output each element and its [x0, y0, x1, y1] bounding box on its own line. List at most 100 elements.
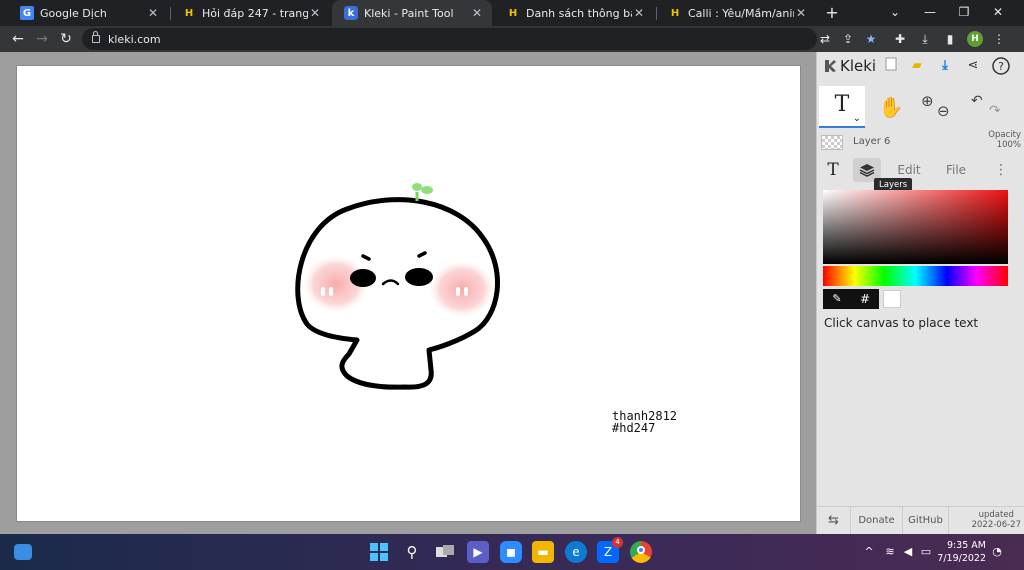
- url-text: kleki.com: [108, 32, 161, 46]
- download-icon[interactable]: ⤓: [915, 29, 935, 49]
- chevron-down-icon[interactable]: ⌄: [853, 114, 861, 124]
- tool-panel: Kleki ▰ ⤓ ⋖ ? T ⌄ ✋ ⊕ ⊖ ↶ ↷ Layer 6 Opaci…: [816, 52, 1024, 535]
- kleki-icon: k: [344, 6, 358, 20]
- panel-footer: ⇆ Donate GitHub updated 2022-06-27: [817, 506, 1024, 535]
- notification-icon[interactable]: ◔: [990, 544, 1004, 560]
- back-arrow-icon[interactable]: ←: [8, 29, 28, 49]
- svg-text:?: ?: [998, 60, 1004, 73]
- tab-danh-sach[interactable]: H Danh sách thông báo ✕: [494, 0, 654, 26]
- teams-chat-icon[interactable]: ▶: [467, 541, 489, 563]
- close-icon[interactable]: ✕: [794, 6, 808, 20]
- current-layer-row[interactable]: Layer 6 Opacity 100%: [817, 130, 1024, 156]
- open-folder-icon[interactable]: ▰: [907, 57, 927, 75]
- file-explorer-icon[interactable]: ▬: [532, 541, 554, 563]
- tool-row: T ⌄ ✋ ⊕ ⊖ ↶ ↷: [817, 86, 1024, 128]
- translate-icon[interactable]: ⇄: [815, 29, 835, 49]
- new-image-icon[interactable]: [881, 57, 901, 75]
- share-icon[interactable]: ⋖: [963, 57, 983, 75]
- browser-tab-strip: G Google Dịch ✕ H Hỏi đáp 247 - trang tr…: [0, 0, 1024, 26]
- signature-line-2: #hd247: [612, 421, 656, 435]
- lock-icon: [92, 31, 100, 43]
- tab-hoidap247[interactable]: H Hỏi đáp 247 - trang tra loi ✕: [170, 0, 330, 26]
- tab-title: Kleki - Paint Tool: [364, 6, 454, 20]
- address-bar[interactable]: kleki.com: [82, 28, 817, 50]
- kleki-app: thanh2812 #hd247 Kleki ▰ ⤓ ⋖ ? T ⌄ ✋ ⊕ ⊖ …: [0, 52, 1024, 535]
- close-icon[interactable]: ✕: [632, 6, 646, 20]
- layers-icon: [859, 164, 875, 177]
- tab-kleki[interactable]: k Kleki - Paint Tool ✕: [332, 0, 492, 26]
- drawing-canvas[interactable]: thanh2812 #hd247: [16, 65, 801, 522]
- close-icon[interactable]: ✕: [308, 6, 322, 20]
- window-close-icon[interactable]: ✕: [981, 0, 1015, 26]
- share-icon[interactable]: ⇪: [838, 29, 858, 49]
- edge-icon[interactable]: e: [565, 541, 587, 563]
- tab-title: Google Dịch: [40, 6, 107, 20]
- tab-calli[interactable]: H Calli : Yêu/Mầm/anime/semi ✕: [656, 0, 816, 26]
- widgets-icon[interactable]: [14, 544, 32, 560]
- hoidap247-icon: H: [508, 7, 518, 19]
- hoidap247-icon: H: [184, 7, 194, 19]
- hue-slider[interactable]: [823, 266, 1008, 286]
- hand-tool-icon[interactable]: ✋: [873, 90, 909, 124]
- opacity-label: Opacity: [988, 130, 1021, 140]
- forward-arrow-icon[interactable]: →: [32, 29, 52, 49]
- hoidap247-icon: H: [670, 7, 680, 19]
- donate-link[interactable]: Donate: [851, 507, 903, 535]
- reload-icon[interactable]: ↻: [56, 29, 76, 49]
- chrome-icon[interactable]: [630, 541, 652, 563]
- close-icon[interactable]: ✕: [470, 6, 484, 20]
- battery-icon[interactable]: ▭: [918, 544, 934, 560]
- tab-file[interactable]: File: [939, 158, 973, 182]
- start-button[interactable]: [368, 541, 390, 563]
- notification-badge: 4: [612, 537, 623, 548]
- minimize-icon[interactable]: —: [913, 0, 947, 26]
- new-tab-button[interactable]: +: [822, 3, 842, 23]
- character-drawing: [295, 183, 500, 390]
- chevron-up-icon[interactable]: ^: [862, 544, 876, 560]
- help-icon[interactable]: ?: [991, 57, 1011, 75]
- canvas-area: thanh2812 #hd247: [0, 52, 816, 534]
- save-download-icon[interactable]: ⤓: [935, 57, 955, 75]
- zalo-icon[interactable]: Z 4: [597, 537, 623, 563]
- redo-icon[interactable]: ↷: [983, 90, 1019, 124]
- restore-icon[interactable]: ❐: [947, 0, 981, 26]
- updated-info[interactable]: updated 2022-06-27: [972, 510, 1021, 530]
- bookmark-star-icon[interactable]: ★: [861, 29, 881, 49]
- side-panel-icon[interactable]: ▮: [940, 29, 960, 49]
- wifi-icon[interactable]: ≋: [882, 544, 898, 560]
- swap-side-icon[interactable]: ⇆: [817, 507, 851, 535]
- browser-toolbar: ← → ↻ kleki.com ⇄ ⇪ ★ ✚ ⤓ ▮ H ⋮: [0, 26, 1024, 52]
- search-icon[interactable]: ⚲: [401, 541, 423, 563]
- close-icon[interactable]: ✕: [146, 6, 160, 20]
- layer-name: Layer 6: [853, 136, 891, 147]
- task-view-icon[interactable]: [434, 541, 456, 563]
- primary-color-swatch[interactable]: [883, 290, 901, 308]
- clock-date: 7/19/2022: [937, 553, 986, 564]
- tab-text-tool[interactable]: T: [823, 158, 843, 182]
- profile-avatar[interactable]: H: [967, 31, 983, 47]
- volume-icon[interactable]: ◀: [900, 544, 916, 560]
- eyedropper-icon[interactable]: ✎: [823, 289, 851, 309]
- zoom-app-icon[interactable]: ◼: [500, 541, 522, 563]
- github-link[interactable]: GitHub: [903, 507, 949, 535]
- google-translate-icon: G: [20, 6, 34, 20]
- layer-opacity: Opacity 100%: [988, 130, 1021, 150]
- opacity-value: 100%: [996, 140, 1021, 150]
- saturation-value-picker[interactable]: [823, 190, 1008, 264]
- tab-title: Danh sách thông báo: [526, 6, 632, 20]
- more-kebab-icon[interactable]: ⋮: [993, 158, 1009, 182]
- hex-input-button[interactable]: #: [851, 289, 879, 309]
- tab-google-dich[interactable]: G Google Dịch ✕: [8, 0, 168, 26]
- clock-time: 9:35 AM: [946, 540, 986, 551]
- menu-kebab-icon[interactable]: ⋮: [989, 29, 1009, 49]
- kleki-logo: Kleki: [823, 57, 876, 75]
- windows-taskbar: ⚲ ▶ ◼ ▬ e Z 4 ^ ≋ ◀ ▭ 9:35 AM 7/19/2022 …: [0, 534, 1024, 570]
- tab-title: Calli : Yêu/Mầm/anime/semi: [688, 6, 794, 20]
- updated-label: updated: [978, 510, 1014, 520]
- extensions-icon[interactable]: ✚: [890, 29, 910, 49]
- zoom-out-icon[interactable]: ⊖: [935, 90, 971, 124]
- tab-search-icon[interactable]: ⌄: [878, 0, 912, 26]
- clock[interactable]: 9:35 AM 7/19/2022: [936, 539, 986, 565]
- text-tool-button[interactable]: T ⌄: [819, 86, 865, 128]
- layer-thumbnail: [821, 135, 843, 150]
